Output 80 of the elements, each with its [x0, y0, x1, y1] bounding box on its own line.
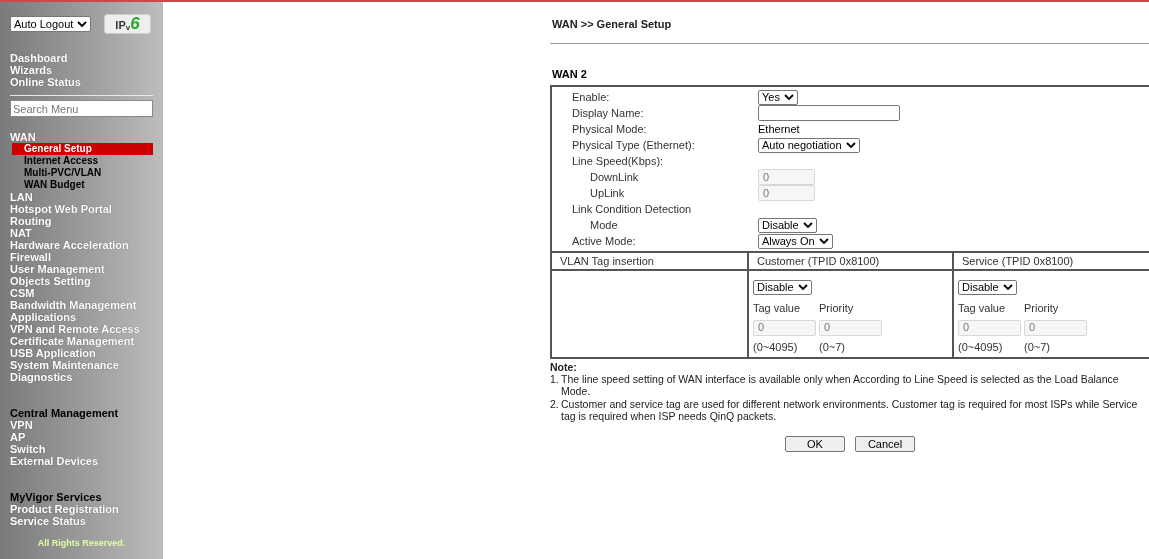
- menu-item[interactable]: Hardware Acceleration: [10, 239, 153, 251]
- field-label: Display Name:: [572, 105, 644, 121]
- note-title: Note:: [550, 361, 577, 373]
- menu-item[interactable]: User Management: [10, 263, 153, 275]
- submenu-item[interactable]: WAN Budget: [12, 179, 153, 191]
- menu-item[interactable]: AP: [10, 431, 153, 443]
- dropdown-select[interactable]: Yes: [758, 89, 798, 105]
- range-hint: (0~4095): [753, 339, 799, 355]
- column-header: Customer (TPID 0x8100): [757, 253, 880, 269]
- menu-item[interactable]: CSM: [10, 287, 153, 299]
- dropdown-select[interactable]: Disable: [758, 217, 817, 233]
- menu-item[interactable]: WAN: [10, 131, 153, 143]
- note-number: 2.: [550, 398, 560, 412]
- menu-item[interactable]: Wizards: [10, 64, 153, 76]
- menu-item[interactable]: Certificate Management: [10, 335, 153, 347]
- chevron-down-icon: [845, 141, 856, 149]
- field-label: Priority: [819, 301, 855, 316]
- search-field[interactable]: Search Menu: [10, 100, 153, 117]
- field-label: Mode: [589, 217, 618, 233]
- menu-item[interactable]: Service Status: [10, 515, 153, 527]
- value-text: Ethernet: [758, 121, 800, 137]
- field-label: UpLink: [589, 185, 625, 201]
- form-button[interactable]: OK: [785, 436, 845, 452]
- field-label: Physical Type (Ethernet):: [572, 137, 695, 153]
- menu-item[interactable]: Online Status: [10, 76, 153, 88]
- menu-item[interactable]: Applications: [10, 311, 153, 323]
- menu-item[interactable]: Routing: [10, 215, 153, 227]
- menu-heading: Central Management: [10, 407, 120, 419]
- menu-item[interactable]: VPN and Remote Access: [10, 323, 153, 335]
- form-button[interactable]: Cancel: [855, 436, 915, 452]
- menu-item[interactable]: Switch: [10, 443, 153, 455]
- field-label: Line Speed(Kbps):: [572, 153, 664, 169]
- menu-item[interactable]: External Devices: [10, 455, 153, 467]
- field-label: Priority: [1024, 301, 1060, 316]
- menu-item[interactable]: Objects Setting: [10, 275, 153, 287]
- dropdown-select[interactable]: Disable: [753, 280, 812, 295]
- submenu-item[interactable]: Multi-PVC/VLAN: [12, 167, 153, 179]
- range-hint: (0~4095): [958, 339, 1004, 355]
- footer-text: All Rights Reserved.: [37, 538, 126, 548]
- submenu-item[interactable]: Internet Access: [12, 155, 153, 167]
- note-text: The line speed setting of WAN interface is available only when According to Line Speed is selected as the Load Balance Mode.: [561, 373, 1120, 397]
- menu-item[interactable]: Firewall: [10, 251, 153, 263]
- dropdown-select[interactable]: Always On: [758, 233, 833, 249]
- field-label: Tag value: [958, 301, 1007, 316]
- note-number: 1.: [550, 373, 560, 387]
- menu-item[interactable]: NAT: [10, 227, 153, 239]
- note-text: Customer and service tag are used for different network environments. Customer tag is required for most ISPs while Service tag is required when ISP needs QinQ packets.: [561, 398, 1139, 422]
- menu-item[interactable]: System Maintenance: [10, 359, 153, 371]
- chevron-down-icon: [783, 93, 794, 101]
- chevron-down-icon: [797, 284, 808, 291]
- range-hint: (0~7): [819, 339, 846, 355]
- field-label: Enable:: [572, 89, 610, 105]
- chevron-down-icon: [818, 237, 829, 245]
- menu-item[interactable]: Bandwidth Management: [10, 299, 153, 311]
- chevron-down-icon: [77, 20, 88, 28]
- range-hint: (0~7): [1024, 339, 1051, 355]
- field-label: DownLink: [589, 169, 639, 185]
- field-label: Physical Mode:: [572, 121, 647, 137]
- text-input-field[interactable]: [758, 105, 900, 121]
- breadcrumb: WAN >> General Setup: [552, 18, 672, 30]
- dropdown-select[interactable]: Auto negotiation: [758, 137, 860, 153]
- vlan-label: VLAN Tag insertion: [560, 253, 654, 269]
- menu-item[interactable]: Hotspot Web Portal: [10, 203, 153, 215]
- menu-heading: MyVigor Services: [10, 491, 103, 503]
- auto-logout-select[interactable]: Auto Logout: [10, 16, 92, 32]
- section-title: WAN 2: [552, 68, 587, 80]
- menu-item[interactable]: USB Application: [10, 347, 153, 359]
- chevron-down-icon: [1002, 284, 1013, 291]
- field-label: Active Mode:: [572, 233, 636, 249]
- menu-item[interactable]: Diagnostics: [10, 371, 153, 383]
- menu-item[interactable]: Dashboard: [10, 52, 153, 64]
- chevron-down-icon: [802, 221, 813, 229]
- column-header: Service (TPID 0x8100): [962, 253, 1074, 269]
- menu-item[interactable]: VPN: [10, 419, 153, 431]
- submenu-item[interactable]: General Setup: [12, 143, 153, 155]
- menu-item[interactable]: LAN: [10, 191, 153, 203]
- dropdown-select[interactable]: Disable: [958, 280, 1017, 295]
- field-label: Link Condition Detection: [572, 201, 692, 217]
- menu-item[interactable]: Product Registration: [10, 503, 153, 515]
- field-label: Tag value: [753, 301, 802, 316]
